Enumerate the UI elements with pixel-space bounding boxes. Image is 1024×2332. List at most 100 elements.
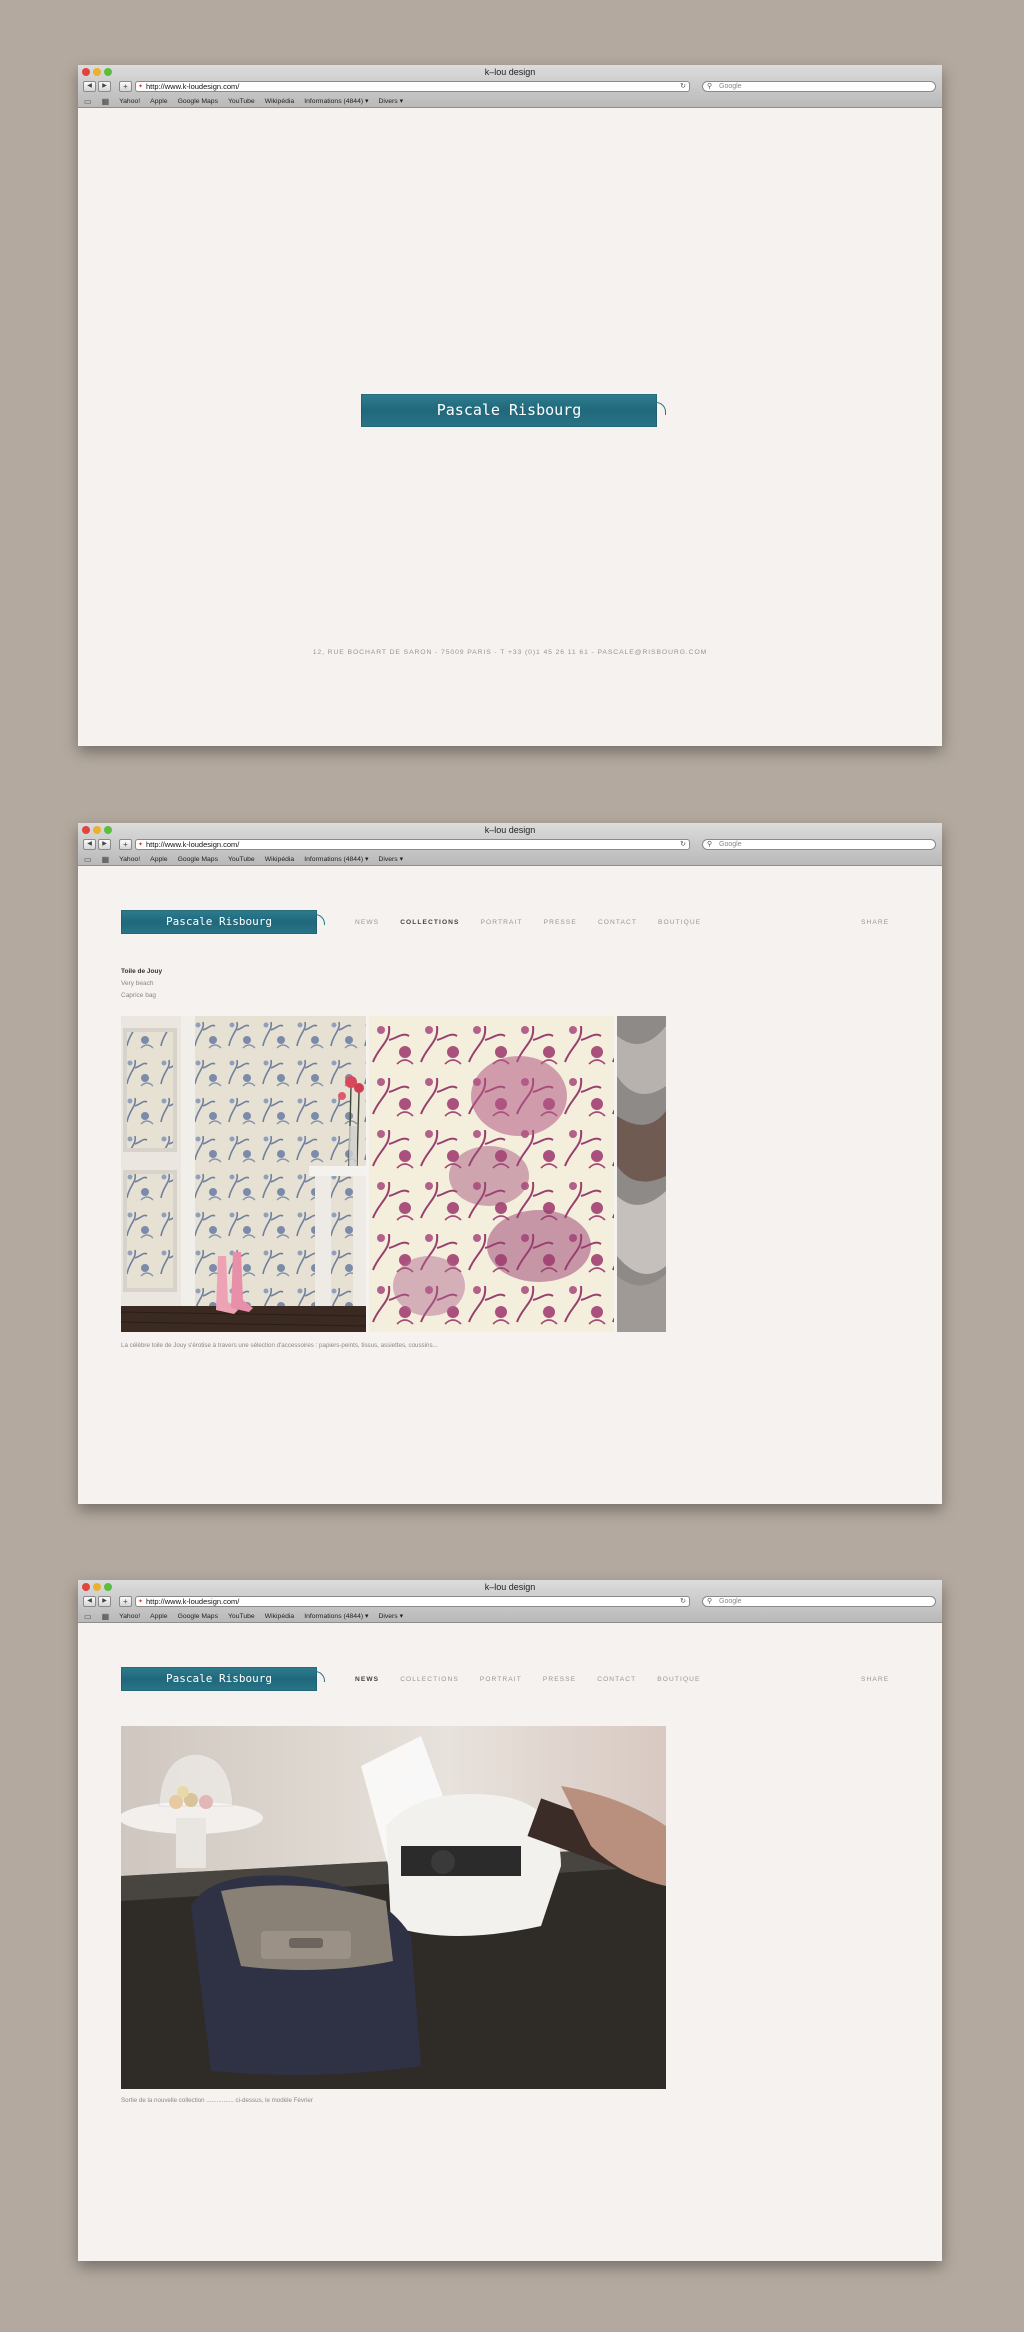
- browser-toolbar: k–lou design ◀ ▶ + ✦ http://www.k-loudes…: [78, 1580, 942, 1623]
- window-title: k–lou design: [484, 1582, 536, 1592]
- bookmark-google-maps[interactable]: Google Maps: [178, 98, 218, 105]
- share-link[interactable]: SHARE: [861, 1676, 889, 1683]
- page-content: Pascale Risbourg NEWS COLLECTIONS PORTRA…: [78, 1623, 942, 2261]
- bookmark-divers[interactable]: Divers ▾: [378, 1612, 403, 1620]
- collection-photo-fabric-detail[interactable]: [617, 1016, 666, 1332]
- address-url: http://www.k-loudesign.com/: [146, 82, 240, 91]
- bookmark-informations[interactable]: Informations (4844) ▾: [304, 855, 368, 863]
- collection-subnav: Toile de Jouy Very beach Caprice bag: [121, 966, 162, 1002]
- book-icon[interactable]: ▭: [84, 97, 92, 106]
- nav-presse[interactable]: PRESSE: [543, 1676, 576, 1683]
- main-nav: NEWS COLLECTIONS PORTRAIT PRESSE CONTACT…: [355, 919, 701, 926]
- add-bookmark-plus-icon[interactable]: +: [119, 1596, 132, 1607]
- address-url: http://www.k-loudesign.com/: [146, 1597, 240, 1606]
- brand-logo-ribbon[interactable]: Pascale Risbourg: [121, 910, 325, 934]
- forward-arrow-icon[interactable]: ▶: [98, 81, 111, 92]
- bookmark-apple[interactable]: Apple: [150, 98, 167, 105]
- back-arrow-icon[interactable]: ◀: [83, 839, 96, 850]
- bookmark-divers[interactable]: Divers ▾: [378, 855, 403, 863]
- search-icon: ⚲: [707, 83, 713, 90]
- bookmark-google-maps[interactable]: Google Maps: [178, 1613, 218, 1620]
- bookmark-yahoo[interactable]: Yahoo!: [119, 856, 140, 863]
- bookmark-apple[interactable]: Apple: [150, 1613, 167, 1620]
- subnav-very-beach[interactable]: Very beach: [121, 978, 162, 990]
- search-field[interactable]: ⚲ Google: [702, 81, 936, 92]
- page-content: Pascale Risbourg 12, RUE BOCHART DE SARO…: [78, 108, 942, 746]
- reload-icon[interactable]: ↻: [680, 82, 686, 91]
- page-content: Pascale Risbourg NEWS COLLECTIONS PORTRA…: [78, 866, 942, 1504]
- bookmarks-bar: ▭ ▦ Yahoo! Apple Google Maps YouTube Wik…: [84, 854, 403, 864]
- nav-portrait[interactable]: PORTRAIT: [480, 1676, 522, 1683]
- bookmark-wikipedia[interactable]: Wikipédia: [265, 98, 294, 105]
- forward-arrow-icon[interactable]: ▶: [98, 1596, 111, 1607]
- nav-news[interactable]: NEWS: [355, 1676, 379, 1683]
- window-title: k–lou design: [484, 67, 536, 77]
- book-icon[interactable]: ▭: [84, 855, 92, 864]
- subnav-toile-de-jouy[interactable]: Toile de Jouy: [121, 966, 162, 978]
- collection-caption: La célèbre toile de Jouy s'érotise à tra…: [121, 1342, 438, 1349]
- grid-icon[interactable]: ▦: [102, 855, 110, 864]
- bookmark-youtube[interactable]: YouTube: [228, 98, 255, 105]
- book-icon[interactable]: ▭: [84, 1612, 92, 1621]
- forward-arrow-icon[interactable]: ▶: [98, 839, 111, 850]
- bookmark-divers[interactable]: Divers ▾: [378, 97, 403, 105]
- search-placeholder: Google: [719, 1598, 742, 1605]
- grid-icon[interactable]: ▦: [102, 97, 110, 106]
- browser-window-collections: k–lou design ◀ ▶ + ✦ http://www.k-loudes…: [78, 823, 942, 1504]
- bookmark-google-maps[interactable]: Google Maps: [178, 856, 218, 863]
- news-photo[interactable]: [121, 1726, 666, 2089]
- search-placeholder: Google: [719, 841, 742, 848]
- bookmark-informations[interactable]: Informations (4844) ▾: [304, 1612, 368, 1620]
- address-bar[interactable]: ✦ http://www.k-loudesign.com/ ↻: [135, 81, 690, 92]
- nav-presse[interactable]: PRESSE: [544, 919, 577, 926]
- reload-icon[interactable]: ↻: [680, 840, 686, 849]
- browser-toolbar: k–lou design ◀ ▶ + ✦ http://www.k-loudes…: [78, 65, 942, 108]
- add-bookmark-plus-icon[interactable]: +: [119, 839, 132, 850]
- back-arrow-icon[interactable]: ◀: [83, 81, 96, 92]
- favicon-icon: ✦: [138, 842, 144, 848]
- collection-photo-room[interactable]: [121, 1016, 366, 1332]
- bookmarks-bar: ▭ ▦ Yahoo! Apple Google Maps YouTube Wik…: [84, 96, 403, 106]
- contact-address: 12, RUE BOCHART DE SARON - 75009 PARIS -…: [312, 649, 708, 656]
- bookmark-informations[interactable]: Informations (4844) ▾: [304, 97, 368, 105]
- grid-icon[interactable]: ▦: [102, 1612, 110, 1621]
- search-field[interactable]: ⚲ Google: [702, 839, 936, 850]
- nav-portrait[interactable]: PORTRAIT: [481, 919, 523, 926]
- favicon-icon: ✦: [138, 1599, 144, 1605]
- add-bookmark-plus-icon[interactable]: +: [119, 81, 132, 92]
- window-title: k–lou design: [484, 825, 536, 835]
- search-field[interactable]: ⚲ Google: [702, 1596, 936, 1607]
- nav-news[interactable]: NEWS: [355, 919, 379, 926]
- search-icon: ⚲: [707, 841, 713, 848]
- brand-logo-ribbon[interactable]: Pascale Risbourg: [361, 394, 666, 427]
- bookmark-wikipedia[interactable]: Wikipédia: [265, 856, 294, 863]
- bookmark-wikipedia[interactable]: Wikipédia: [265, 1613, 294, 1620]
- bookmark-youtube[interactable]: YouTube: [228, 1613, 255, 1620]
- nav-boutique[interactable]: BOUTIQUE: [658, 919, 701, 926]
- brand-logo-ribbon[interactable]: Pascale Risbourg: [121, 1667, 325, 1691]
- bookmark-yahoo[interactable]: Yahoo!: [119, 98, 140, 105]
- nav-contact[interactable]: CONTACT: [597, 1676, 636, 1683]
- bookmarks-bar: ▭ ▦ Yahoo! Apple Google Maps YouTube Wik…: [84, 1611, 403, 1621]
- bookmark-youtube[interactable]: YouTube: [228, 856, 255, 863]
- share-link[interactable]: SHARE: [861, 919, 889, 926]
- back-arrow-icon[interactable]: ◀: [83, 1596, 96, 1607]
- subnav-caprice-bag[interactable]: Caprice bag: [121, 990, 162, 1002]
- browser-window-news: k–lou design ◀ ▶ + ✦ http://www.k-loudes…: [78, 1580, 942, 2261]
- browser-window-splash: k–lou design ◀ ▶ + ✦ http://www.k-loudes…: [78, 65, 942, 746]
- favicon-icon: ✦: [138, 84, 144, 90]
- nav-collections[interactable]: COLLECTIONS: [400, 1676, 459, 1683]
- address-bar[interactable]: ✦ http://www.k-loudesign.com/ ↻: [135, 1596, 690, 1607]
- search-placeholder: Google: [719, 83, 742, 90]
- nav-boutique[interactable]: BOUTIQUE: [657, 1676, 700, 1683]
- collection-photo-pink-toile[interactable]: [369, 1016, 614, 1332]
- reload-icon[interactable]: ↻: [680, 1597, 686, 1606]
- address-bar[interactable]: ✦ http://www.k-loudesign.com/ ↻: [135, 839, 690, 850]
- main-nav: NEWS COLLECTIONS PORTRAIT PRESSE CONTACT…: [355, 1676, 701, 1683]
- bookmark-apple[interactable]: Apple: [150, 856, 167, 863]
- nav-contact[interactable]: CONTACT: [598, 919, 637, 926]
- nav-collections[interactable]: COLLECTIONS: [400, 919, 459, 926]
- address-url: http://www.k-loudesign.com/: [146, 840, 240, 849]
- search-icon: ⚲: [707, 1598, 713, 1605]
- bookmark-yahoo[interactable]: Yahoo!: [119, 1613, 140, 1620]
